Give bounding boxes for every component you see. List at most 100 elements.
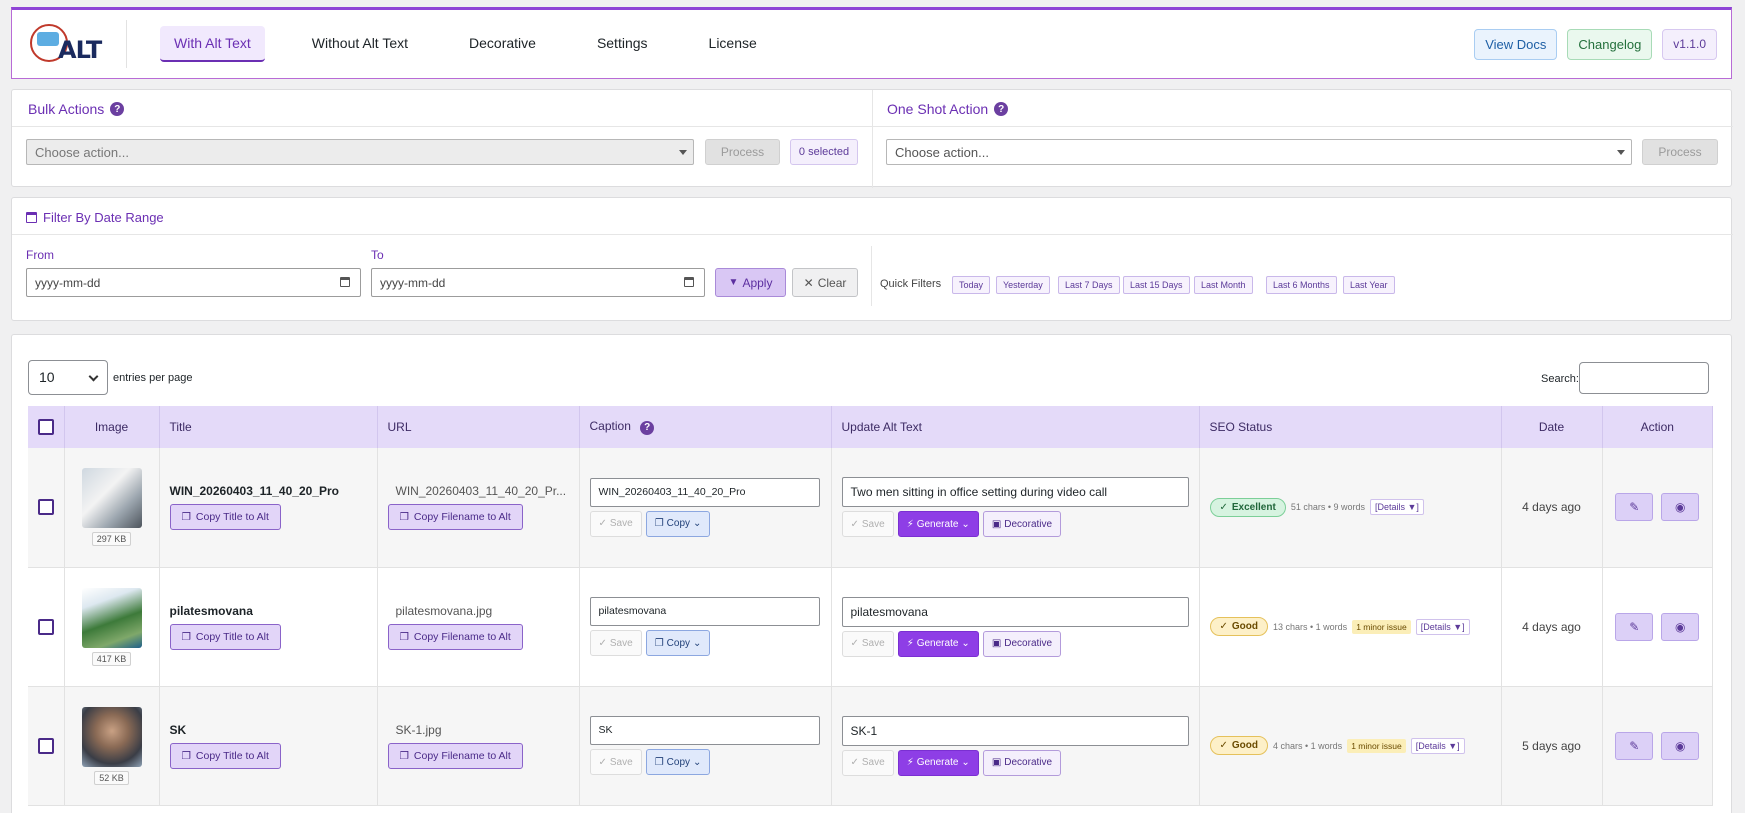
- calendar-icon[interactable]: [340, 277, 350, 287]
- bolt-icon: ⚡: [906, 518, 914, 530]
- copy-filename-to-alt-button[interactable]: ❐ Copy Filename to Alt: [387, 623, 523, 650]
- media-url: WIN_20260403_11_40_20_Pr...: [395, 484, 567, 499]
- col-url: URL: [377, 406, 580, 448]
- caption-save-button[interactable]: ✓ Save: [589, 630, 642, 656]
- copy-label: Copy: [666, 756, 691, 768]
- quick-filter-last-year[interactable]: Last Year: [1343, 276, 1395, 294]
- search-input[interactable]: [1579, 362, 1709, 394]
- alt-text-input[interactable]: Two men sitting in office setting during…: [841, 477, 1189, 508]
- tab-license[interactable]: License: [695, 26, 771, 62]
- one-shot-placeholder: Choose action...: [895, 145, 989, 160]
- edit-button[interactable]: ✎: [1615, 731, 1654, 760]
- caption-copy-button[interactable]: ❐ Copy ⌄: [645, 630, 711, 656]
- clear-label: Clear: [817, 275, 847, 290]
- generate-button[interactable]: ⚡ Generate ⌄: [897, 630, 979, 657]
- one-shot-process-button[interactable]: Process: [1642, 139, 1718, 165]
- decorative-button[interactable]: ▣ Decorative: [982, 749, 1062, 776]
- alt-text-buttons: ✓ Save ⚡ Generate ⌄ ▣ Decorative: [841, 511, 1189, 538]
- col-image: Image: [64, 406, 160, 448]
- row-checkbox[interactable]: [37, 499, 54, 516]
- caption-input[interactable]: WIN_20260403_11_40_20_Pro: [589, 477, 820, 507]
- quick-filter-last-6-months[interactable]: Last 6 Months: [1266, 276, 1337, 294]
- generate-button[interactable]: ⚡ Generate ⌄: [897, 511, 979, 538]
- seo-details-toggle[interactable]: [Details ▼]: [1410, 737, 1465, 754]
- edit-button[interactable]: ✎: [1615, 612, 1654, 641]
- image-cell: 297 KB: [64, 448, 160, 568]
- row-checkbox[interactable]: [37, 737, 54, 754]
- copy-title-to-alt-button[interactable]: ❐ Copy Title to Alt: [169, 623, 281, 650]
- check-icon: ✓: [850, 518, 859, 530]
- save-label: Save: [861, 638, 885, 649]
- bulk-action-select[interactable]: Choose action...: [26, 139, 694, 165]
- media-url: SK-1.jpg: [395, 722, 442, 737]
- quick-filter-last-15-days[interactable]: Last 15 Days: [1123, 276, 1190, 294]
- help-icon[interactable]: ?: [110, 102, 125, 116]
- title-cell: pilatesmovana ❐ Copy Title to Alt: [159, 567, 378, 687]
- alt-text-input[interactable]: SK-1: [841, 715, 1189, 746]
- to-date-input[interactable]: yyyy-mm-dd: [371, 268, 705, 297]
- changelog-button[interactable]: Changelog: [1567, 28, 1653, 60]
- image-thumbnail[interactable]: [81, 587, 142, 648]
- caption-input[interactable]: SK: [589, 716, 820, 745]
- apply-filter-button[interactable]: ▼ Apply: [715, 268, 786, 297]
- one-shot-title: One Shot Action ?: [887, 101, 1009, 117]
- caption-save-button[interactable]: ✓ Save: [589, 510, 642, 537]
- table-row: 52 KB SK ❐ Copy Title to Alt SK-1.jpg ❐ Co…: [28, 686, 1713, 806]
- media-title: SK: [169, 722, 187, 737]
- tab-with-alt-text[interactable]: With Alt Text: [160, 26, 265, 62]
- row-checkbox[interactable]: [37, 618, 54, 635]
- media-title: WIN_20260403_11_40_20_Pro: [169, 484, 339, 499]
- calendar-icon[interactable]: [684, 277, 694, 287]
- copy-title-to-alt-button[interactable]: ❐ Copy Title to Alt: [169, 742, 281, 769]
- caption-copy-button[interactable]: ❐ Copy ⌄: [645, 749, 711, 775]
- check-icon: ✓: [1219, 621, 1228, 632]
- image-icon: ▣: [991, 757, 1002, 768]
- alt-save-button[interactable]: ✓ Save: [841, 630, 894, 657]
- logo: ALT: [28, 20, 104, 68]
- check-icon: ✓: [1219, 740, 1228, 751]
- seo-details-toggle[interactable]: [Details ▼]: [1415, 618, 1470, 635]
- view-button[interactable]: ◉: [1661, 612, 1700, 641]
- quick-filter-last-month[interactable]: Last Month: [1194, 276, 1253, 294]
- table-row: 417 KB pilatesmovana ❐ Copy Title to Alt …: [28, 567, 1713, 687]
- copy-filename-to-alt-button[interactable]: ❐ Copy Filename to Alt: [387, 742, 523, 769]
- quick-filter-yesterday[interactable]: Yesterday: [996, 276, 1050, 294]
- quick-filter-today[interactable]: Today: [952, 276, 991, 294]
- bulk-process-button[interactable]: Process: [705, 139, 780, 165]
- alt-save-button[interactable]: ✓ Save: [841, 749, 894, 776]
- seo-details-toggle[interactable]: [Details ▼]: [1370, 499, 1424, 516]
- clear-filter-button[interactable]: ✕ Clear: [792, 268, 858, 297]
- copy-title-to-alt-button[interactable]: ❐ Copy Title to Alt: [169, 504, 281, 531]
- decorative-label: Decorative: [1004, 757, 1053, 768]
- from-date-input[interactable]: yyyy-mm-dd: [26, 268, 361, 297]
- entries-per-page-select[interactable]: 10: [28, 360, 108, 395]
- decorative-button[interactable]: ▣ Decorative: [982, 511, 1062, 538]
- one-shot-action-select[interactable]: Choose action...: [886, 139, 1632, 165]
- alt-save-button[interactable]: ✓ Save: [841, 511, 894, 538]
- caption-copy-button[interactable]: ❐ Copy ⌄: [645, 510, 711, 537]
- view-docs-button[interactable]: View Docs: [1474, 28, 1558, 60]
- edit-button[interactable]: ✎: [1615, 493, 1654, 522]
- copy-filename-to-alt-button[interactable]: ❐ Copy Filename to Alt: [387, 504, 523, 531]
- check-icon: ✓: [850, 757, 859, 768]
- view-button[interactable]: ◉: [1661, 731, 1700, 760]
- edit-icon: ✎: [1629, 619, 1640, 634]
- caption-input[interactable]: pilatesmovana: [589, 597, 820, 626]
- tab-settings[interactable]: Settings: [583, 26, 662, 62]
- image-thumbnail[interactable]: [81, 706, 142, 767]
- caption-save-button[interactable]: ✓ Save: [589, 749, 642, 775]
- tab-without-alt-text[interactable]: Without Alt Text: [298, 26, 422, 62]
- entries-value: 10: [39, 369, 55, 385]
- edit-icon: ✎: [1629, 500, 1640, 515]
- alt-text-input[interactable]: pilatesmovana: [841, 596, 1189, 627]
- quick-filter-last-7-days[interactable]: Last 7 Days: [1058, 276, 1120, 294]
- generate-button[interactable]: ⚡ Generate ⌄: [897, 749, 979, 776]
- select-all-checkbox[interactable]: [37, 419, 54, 435]
- chevron-down-icon: ⌄: [961, 518, 970, 530]
- decorative-button[interactable]: ▣ Decorative: [982, 630, 1062, 657]
- view-button[interactable]: ◉: [1661, 493, 1700, 522]
- help-icon[interactable]: ?: [640, 420, 655, 435]
- image-thumbnail[interactable]: [81, 468, 142, 529]
- help-icon[interactable]: ?: [994, 102, 1009, 116]
- tab-decorative[interactable]: Decorative: [455, 26, 550, 62]
